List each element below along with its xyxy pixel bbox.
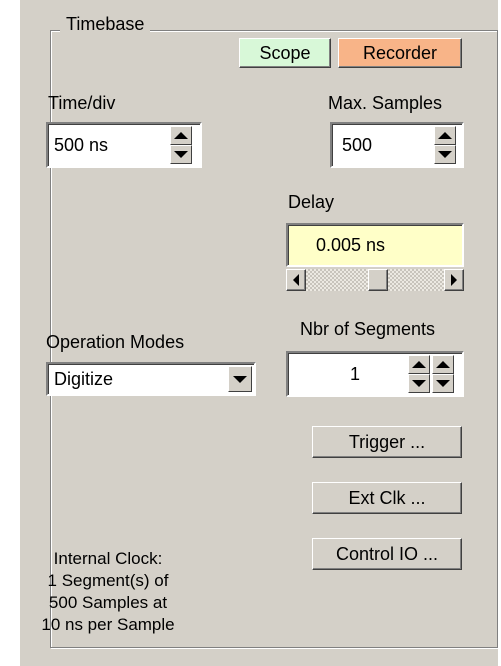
clock-info-line-1: Internal Clock: — [53, 549, 163, 568]
clock-info-line-3: 500 Samples at — [48, 593, 168, 612]
spin-up-icon[interactable] — [432, 355, 454, 374]
max-samples-value: 500 — [342, 134, 373, 155]
dropdown-arrow-icon[interactable] — [228, 366, 252, 392]
max-samples-label: Max. Samples — [328, 93, 443, 113]
operation-modes-label: Operation Modes — [46, 332, 185, 352]
time-div-spinner[interactable] — [170, 126, 192, 164]
recorder-button[interactable]: Recorder — [338, 38, 462, 68]
operation-modes-value: Digitize — [54, 368, 114, 389]
max-samples-spinner[interactable] — [434, 126, 456, 164]
spin-up-icon[interactable] — [434, 126, 456, 145]
spin-up-icon[interactable] — [408, 355, 430, 374]
time-div-value: 500 ns — [54, 134, 109, 155]
delay-scrollbar[interactable] — [286, 269, 464, 291]
time-div-label: Time/div — [48, 93, 116, 113]
segments-spinner-1[interactable] — [408, 355, 430, 393]
operation-modes-select[interactable]: Digitize — [46, 362, 256, 396]
scroll-left-button[interactable] — [286, 269, 306, 291]
timebase-panel: Timebase Scope Recorder Time/div 500 ns … — [20, 0, 498, 666]
delay-label: Delay — [288, 192, 335, 212]
scroll-thumb[interactable] — [368, 269, 388, 291]
scroll-right-button[interactable] — [444, 269, 464, 291]
delay-value: 0.005 ns — [316, 234, 386, 255]
delay-field[interactable]: 0.005 ns — [286, 223, 464, 267]
clock-info-line-4: 10 ns per Sample — [41, 615, 175, 634]
spin-down-icon[interactable] — [432, 374, 454, 393]
spin-down-icon[interactable] — [434, 145, 456, 164]
spin-up-icon[interactable] — [170, 126, 192, 145]
spin-down-icon[interactable] — [170, 145, 192, 164]
clock-info-line-2: 1 Segment(s) of — [47, 571, 169, 590]
segments-label: Nbr of Segments — [300, 319, 436, 339]
scope-button[interactable]: Scope — [239, 38, 331, 68]
ext-clk-button[interactable]: Ext Clk ... — [312, 482, 462, 514]
group-title: Timebase — [60, 14, 151, 35]
segments-value: 1 — [350, 363, 361, 384]
trigger-button[interactable]: Trigger ... — [312, 426, 462, 458]
segments-spinner-2[interactable] — [432, 355, 454, 393]
control-io-button[interactable]: Control IO ... — [312, 538, 462, 570]
spin-down-icon[interactable] — [408, 374, 430, 393]
clock-info: Internal Clock: 1 Segment(s) of 500 Samp… — [8, 548, 208, 636]
